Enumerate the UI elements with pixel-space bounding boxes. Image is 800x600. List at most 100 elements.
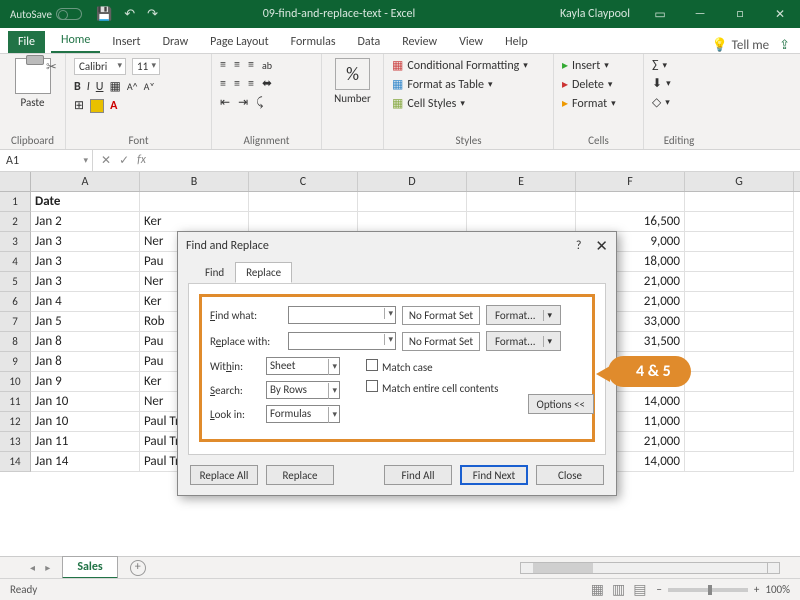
cell[interactable]: Jan 5 bbox=[31, 312, 140, 332]
col-header[interactable]: G bbox=[685, 172, 794, 191]
cell[interactable] bbox=[685, 292, 794, 312]
close-icon[interactable]: ✕ bbox=[760, 0, 800, 28]
minimize-icon[interactable]: — bbox=[680, 0, 720, 28]
cell[interactable] bbox=[358, 212, 467, 232]
tab-review[interactable]: Review bbox=[392, 31, 447, 53]
autosave-switch-icon[interactable] bbox=[56, 8, 82, 20]
cell[interactable]: Jan 3 bbox=[31, 252, 140, 272]
row-header[interactable]: 8 bbox=[0, 332, 31, 352]
cell[interactable]: Jan 9 bbox=[31, 372, 140, 392]
number-format-button[interactable]: % bbox=[335, 58, 370, 90]
options-toggle-button[interactable]: Options << bbox=[528, 394, 594, 414]
cell[interactable]: Jan 10 bbox=[31, 412, 140, 432]
autosave-toggle[interactable]: AutoSave bbox=[10, 8, 82, 21]
row-header[interactable]: 7 bbox=[0, 312, 31, 332]
cell[interactable] bbox=[358, 192, 467, 212]
find-format-button[interactable]: Format... bbox=[486, 305, 561, 325]
col-header[interactable]: C bbox=[249, 172, 358, 191]
replace-button[interactable]: Replace bbox=[266, 465, 334, 485]
replace-format-button[interactable]: Format... bbox=[486, 331, 561, 351]
bold-button[interactable]: B bbox=[74, 80, 81, 94]
tab-data[interactable]: Data bbox=[348, 31, 391, 53]
tab-view[interactable]: View bbox=[449, 31, 493, 53]
zoom-control[interactable]: − + 100% bbox=[656, 583, 790, 596]
cell[interactable]: Ker bbox=[140, 212, 249, 232]
tab-insert[interactable]: Insert bbox=[102, 31, 150, 53]
underline-button[interactable]: U bbox=[96, 80, 104, 94]
cell[interactable] bbox=[467, 212, 576, 232]
cell[interactable] bbox=[685, 372, 794, 392]
zoom-slider[interactable] bbox=[668, 588, 748, 592]
cell[interactable] bbox=[249, 212, 358, 232]
col-header[interactable]: F bbox=[576, 172, 685, 191]
ribbon-display-icon[interactable]: ▭ bbox=[640, 0, 680, 28]
border-button[interactable]: ▦ bbox=[109, 79, 120, 94]
tab-formulas[interactable]: Formulas bbox=[281, 31, 346, 53]
find-what-input[interactable] bbox=[288, 306, 396, 324]
cell[interactable] bbox=[685, 192, 794, 212]
col-header[interactable]: E bbox=[467, 172, 576, 191]
normal-view-icon[interactable]: ▦ bbox=[591, 581, 604, 598]
within-select[interactable]: Sheet bbox=[266, 357, 340, 375]
dialog-close-icon[interactable]: ✕ bbox=[595, 237, 608, 256]
sheet-tab-sales[interactable]: Sales bbox=[62, 556, 117, 579]
page-layout-view-icon[interactable]: ▥ bbox=[612, 581, 625, 598]
select-all-corner[interactable] bbox=[0, 172, 31, 191]
row-header[interactable]: 11 bbox=[0, 392, 31, 412]
align-right-icon[interactable]: ≡ bbox=[248, 77, 254, 91]
tab-home[interactable]: Home bbox=[51, 29, 100, 53]
format-cells-button[interactable]: ▸Format▾ bbox=[562, 96, 635, 111]
fx-icon[interactable]: fx bbox=[137, 153, 146, 168]
autosum-button[interactable]: ∑ ▾ bbox=[652, 58, 706, 72]
find-next-button[interactable]: Find Next bbox=[460, 465, 528, 485]
font-size-select[interactable]: 11 bbox=[132, 58, 160, 75]
tell-me-search[interactable]: 💡Tell me bbox=[711, 38, 769, 53]
fill-color-button[interactable] bbox=[90, 99, 104, 113]
row-header[interactable]: 3 bbox=[0, 232, 31, 252]
row-header[interactable]: 5 bbox=[0, 272, 31, 292]
font-name-select[interactable]: Calibri bbox=[74, 58, 126, 75]
col-header[interactable]: A bbox=[31, 172, 140, 191]
maximize-icon[interactable]: □ bbox=[720, 0, 760, 28]
cell[interactable] bbox=[576, 192, 685, 212]
tab-page-layout[interactable]: Page Layout bbox=[200, 31, 278, 53]
cell[interactable]: Jan 8 bbox=[31, 352, 140, 372]
save-icon[interactable]: 💾 bbox=[96, 7, 112, 22]
decrease-indent-icon[interactable]: ⇤ bbox=[220, 95, 230, 110]
cell[interactable]: Jan 14 bbox=[31, 452, 140, 472]
search-select[interactable]: By Rows bbox=[266, 381, 340, 399]
decrease-font-icon[interactable]: A˅ bbox=[144, 80, 155, 93]
wrap-text-icon[interactable]: ab bbox=[262, 59, 272, 72]
row-header[interactable]: 2 bbox=[0, 212, 31, 232]
increase-indent-icon[interactable]: ⇥ bbox=[238, 95, 248, 110]
paste-label[interactable]: Paste bbox=[21, 96, 45, 109]
cell[interactable] bbox=[685, 352, 794, 372]
borders-icon[interactable]: ⊞ bbox=[74, 98, 84, 113]
cell[interactable] bbox=[140, 192, 249, 212]
enter-formula-icon[interactable]: ✓ bbox=[119, 153, 129, 168]
cell[interactable]: Jan 4 bbox=[31, 292, 140, 312]
cell[interactable] bbox=[685, 392, 794, 412]
cell-styles-button[interactable]: ▦Cell Styles▾ bbox=[392, 96, 545, 111]
cell[interactable]: Jan 3 bbox=[31, 232, 140, 252]
italic-button[interactable]: I bbox=[87, 80, 90, 94]
increase-font-icon[interactable]: A^ bbox=[127, 80, 138, 93]
cell[interactable] bbox=[685, 252, 794, 272]
cell[interactable]: 16,500 bbox=[576, 212, 685, 232]
format-painter-icon[interactable]: ✂ bbox=[46, 60, 57, 75]
horizontal-scrollbar[interactable] bbox=[520, 562, 780, 574]
align-center-icon[interactable]: ≡ bbox=[234, 77, 240, 91]
cell[interactable]: Jan 11 bbox=[31, 432, 140, 452]
align-top-icon[interactable]: ≡ bbox=[220, 58, 226, 72]
cell[interactable]: Jan 10 bbox=[31, 392, 140, 412]
row-header[interactable]: 4 bbox=[0, 252, 31, 272]
font-color-button[interactable]: A bbox=[110, 99, 117, 113]
zoom-level[interactable]: 100% bbox=[765, 583, 790, 596]
share-icon[interactable]: ⇪ bbox=[779, 38, 790, 53]
clear-button[interactable]: ◇ ▾ bbox=[652, 95, 706, 110]
cell[interactable]: Date bbox=[31, 192, 140, 212]
conditional-formatting-button[interactable]: ▦Conditional Formatting▾ bbox=[392, 58, 545, 73]
align-bottom-icon[interactable]: ≡ bbox=[248, 58, 254, 72]
insert-cells-button[interactable]: ▸Insert▾ bbox=[562, 58, 635, 73]
cell[interactable] bbox=[685, 412, 794, 432]
